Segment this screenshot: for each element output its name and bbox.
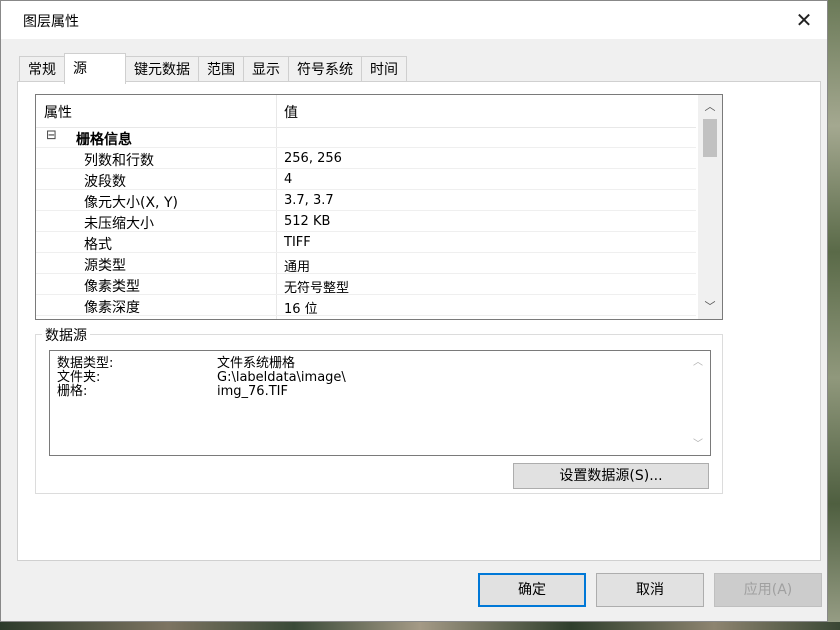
ds-line-raster: 栅格: img_76.TIF	[57, 385, 288, 399]
row-key: 波段数	[84, 174, 126, 190]
row-value: 3.7, 3.7	[284, 193, 334, 208]
row-key: 格式	[84, 237, 112, 253]
data-source-scrollbar[interactable]: ︿ ﹀	[687, 352, 709, 454]
row-key: 列数和行数	[84, 153, 154, 169]
scroll-down-icon[interactable]: ﹀	[698, 297, 722, 317]
row-value: 4	[284, 172, 293, 187]
property-grid[interactable]: 属性 值 ⊟ 栅格信息 列数和行数 256, 256 波段数 4 像元大小(X,…	[35, 94, 723, 320]
row-key: 像素深度	[84, 300, 140, 316]
ok-button[interactable]: 确定	[478, 573, 586, 607]
header-value: 值	[284, 105, 298, 121]
tab-symbology[interactable]: 符号系统	[288, 56, 362, 83]
group-label: 栅格信息	[76, 132, 132, 148]
scroll-up-icon[interactable]: ︿	[687, 354, 709, 372]
ds-line-label: 数据类型:	[57, 356, 114, 371]
row-value: 512 KB	[284, 214, 331, 229]
row-value: 无符号整型	[284, 281, 350, 296]
table-row[interactable]: 像元大小(X, Y) 3.7, 3.7	[36, 190, 696, 211]
cancel-button[interactable]: 取消	[596, 573, 704, 607]
scroll-thumb[interactable]	[703, 119, 717, 157]
table-row[interactable]: 未压缩大小 512 KB	[36, 211, 696, 232]
tab-time[interactable]: 时间	[361, 56, 407, 83]
table-row[interactable]: 列数和行数 256, 256	[36, 148, 696, 169]
desktop-background-right	[828, 0, 840, 630]
close-icon[interactable]: ✕	[789, 5, 819, 35]
table-row[interactable]: 源类型 通用	[36, 253, 696, 275]
data-source-group: 数据源 数据类型: 文件系统栅格 文件夹: G:\labeldata\image\ …	[35, 325, 723, 494]
layer-properties-dialog: 图层属性 ✕ 常规 源 键元数据 范围 显示 符号系统 时间 属性 值 ⊟ 栅格…	[0, 0, 828, 622]
row-value: 通用	[284, 260, 311, 275]
data-source-textbox[interactable]: 数据类型: 文件系统栅格 文件夹: G:\labeldata\image\ 栅格: i…	[49, 350, 711, 456]
row-key: 像素类型	[84, 279, 140, 295]
group-row-raster-info[interactable]: ⊟ 栅格信息	[36, 127, 696, 148]
window-title: 图层属性	[23, 14, 79, 30]
tab-source[interactable]: 源	[64, 53, 126, 84]
data-source-group-label: 数据源	[42, 325, 90, 345]
source-tab-panel: 属性 值 ⊟ 栅格信息 列数和行数 256, 256 波段数 4 像元大小(X,…	[17, 81, 821, 561]
row-key: 像元大小(X, Y)	[84, 195, 178, 211]
property-grid-scrollbar[interactable]: ︿ ﹀	[698, 95, 722, 319]
table-row[interactable]: 格式 TIFF	[36, 232, 696, 253]
ds-line-value: G:\labeldata\image\	[217, 370, 346, 385]
ds-line-label: 文件夹:	[57, 370, 101, 385]
table-row[interactable]: 像素深度 16 位	[36, 295, 696, 317]
tab-strip: 常规 源 键元数据 范围 显示 符号系统 时间	[19, 53, 407, 84]
grid-header: 属性 值	[36, 95, 696, 128]
row-value: 16 位	[284, 302, 318, 317]
apply-button[interactable]: 应用(A)	[714, 573, 822, 607]
scroll-down-icon[interactable]: ﹀	[687, 436, 709, 454]
set-data-source-button[interactable]: 设置数据源(S)...	[513, 463, 709, 489]
ds-line-folder: 文件夹: G:\labeldata\image\	[57, 371, 346, 385]
row-key: 未压缩大小	[84, 216, 154, 232]
ds-line-value: img_76.TIF	[217, 384, 288, 399]
ds-line-label: 栅格:	[57, 384, 88, 399]
tab-display[interactable]: 显示	[243, 56, 289, 83]
title-bar[interactable]: 图层属性 ✕	[1, 1, 827, 39]
row-value: TIFF	[284, 235, 311, 250]
collapse-icon[interactable]: ⊟	[46, 129, 57, 142]
header-property: 属性	[44, 105, 72, 121]
desktop-background-bottom	[0, 622, 840, 630]
tab-metadata[interactable]: 键元数据	[125, 56, 199, 83]
tab-extent[interactable]: 范围	[198, 56, 244, 83]
table-row[interactable]: 波段数 4	[36, 169, 696, 190]
ds-line-type: 数据类型: 文件系统栅格	[57, 357, 295, 371]
scroll-up-icon[interactable]: ︿	[698, 97, 722, 117]
table-row[interactable]: 像素类型 无符号整型	[36, 274, 696, 296]
tab-general[interactable]: 常规	[19, 56, 65, 83]
ds-line-value: 文件系统栅格	[217, 356, 296, 371]
row-key: 源类型	[84, 258, 126, 274]
row-value: 256, 256	[284, 151, 342, 166]
